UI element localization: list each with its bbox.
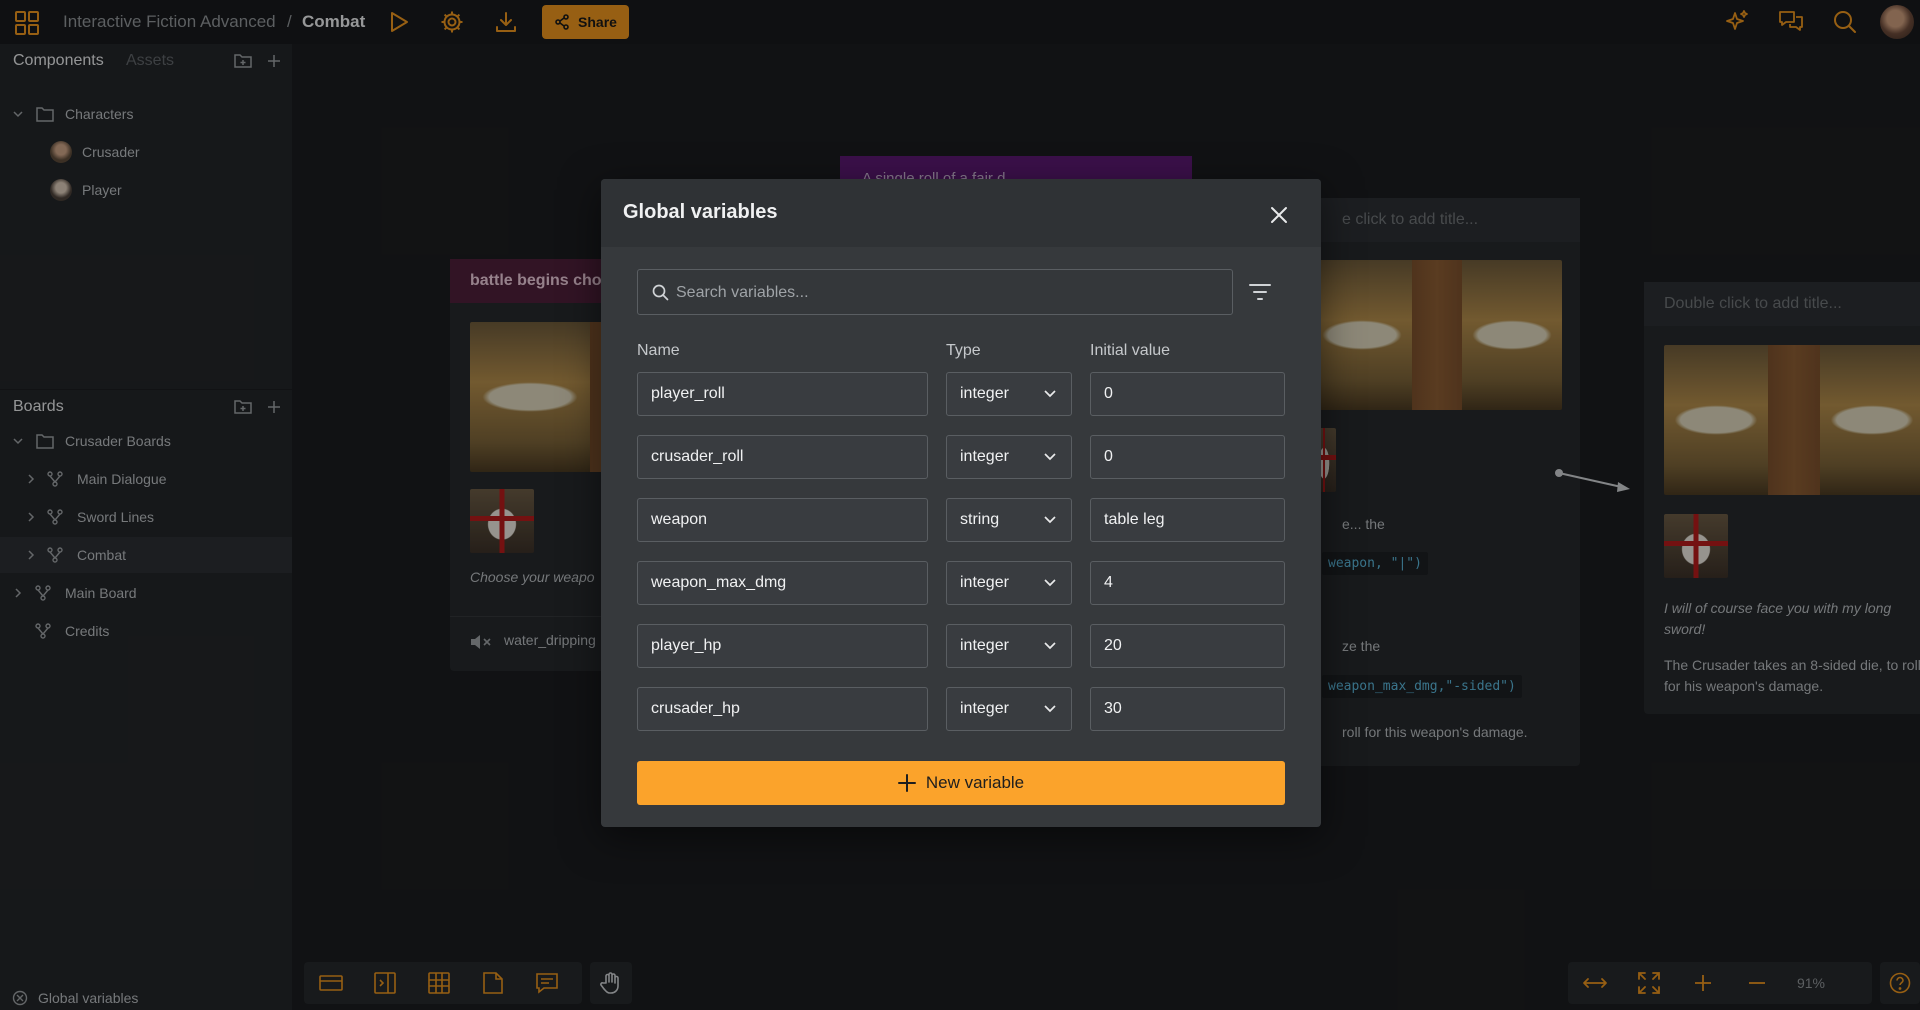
variable-type-value: integer bbox=[960, 700, 1009, 717]
variable-type-value: integer bbox=[960, 448, 1009, 465]
variable-initial-value-field[interactable]: table leg bbox=[1090, 498, 1285, 542]
search-icon bbox=[652, 284, 669, 301]
chevron-down-icon bbox=[1044, 516, 1056, 524]
variable-name-field[interactable]: player_roll bbox=[637, 372, 928, 416]
variable-name-field[interactable]: player_hp bbox=[637, 624, 928, 668]
column-header-initial-value: Initial value bbox=[1090, 342, 1171, 359]
global-variables-modal: Global variables Name Type Initial value… bbox=[601, 179, 1321, 827]
plus-icon bbox=[897, 774, 916, 792]
search-box bbox=[637, 269, 1233, 316]
chevron-down-icon bbox=[1044, 390, 1056, 398]
variable-type-value: integer bbox=[960, 637, 1009, 654]
variable-type-select[interactable]: integer bbox=[946, 372, 1072, 416]
modal-title: Global variables bbox=[623, 201, 778, 223]
variable-initial-value-field[interactable]: 30 bbox=[1090, 687, 1285, 731]
new-variable-label: New variable bbox=[925, 773, 1025, 792]
chevron-down-icon bbox=[1044, 453, 1056, 461]
variable-initial-value-field[interactable]: 4 bbox=[1090, 561, 1285, 605]
variable-type-select[interactable]: integer bbox=[946, 435, 1072, 479]
variable-type-select[interactable]: integer bbox=[946, 561, 1072, 605]
variable-type-value: string bbox=[960, 511, 1000, 528]
new-variable-button[interactable]: New variable bbox=[637, 761, 1285, 805]
variable-type-select[interactable]: integer bbox=[946, 624, 1072, 668]
variable-initial-value-field[interactable]: 20 bbox=[1090, 624, 1285, 668]
variable-type-select[interactable]: integer bbox=[946, 687, 1072, 731]
variable-type-value: integer bbox=[960, 385, 1009, 402]
search-variables-input[interactable] bbox=[674, 270, 1218, 316]
chevron-down-icon bbox=[1044, 642, 1056, 650]
filter-button[interactable] bbox=[1248, 280, 1272, 304]
column-header-name: Name bbox=[637, 342, 680, 359]
variable-name-field[interactable]: weapon_max_dmg bbox=[637, 561, 928, 605]
variable-initial-value-field[interactable]: 0 bbox=[1090, 435, 1285, 479]
variable-name-field[interactable]: weapon bbox=[637, 498, 928, 542]
column-header-type: Type bbox=[946, 342, 981, 359]
chevron-down-icon bbox=[1044, 705, 1056, 713]
variable-type-select[interactable]: string bbox=[946, 498, 1072, 542]
variable-initial-value-field[interactable]: 0 bbox=[1090, 372, 1285, 416]
chevron-down-icon bbox=[1044, 579, 1056, 587]
close-button[interactable] bbox=[1267, 203, 1291, 227]
filter-icon bbox=[1249, 284, 1271, 300]
close-icon bbox=[1271, 207, 1287, 223]
variable-type-value: integer bbox=[960, 574, 1009, 591]
modal-header: Global variables bbox=[601, 179, 1321, 247]
variable-name-field[interactable]: crusader_hp bbox=[637, 687, 928, 731]
variable-name-field[interactable]: crusader_roll bbox=[637, 435, 928, 479]
